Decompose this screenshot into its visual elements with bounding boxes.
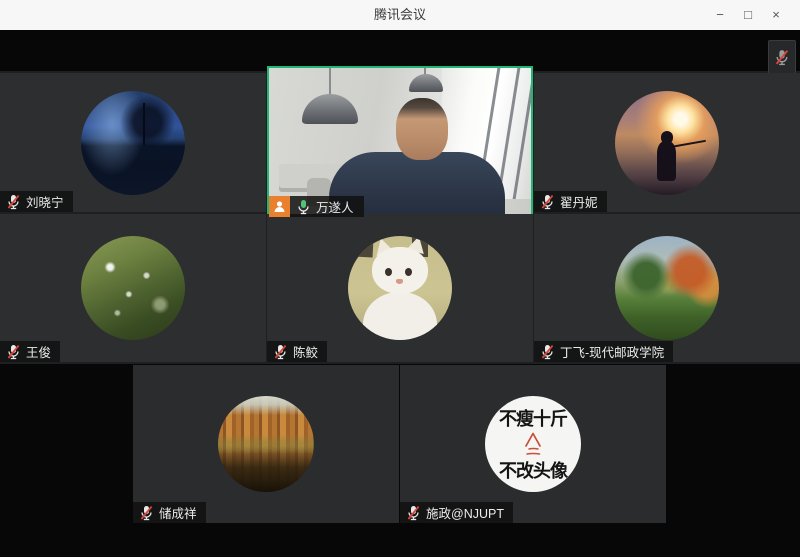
avatar <box>218 396 314 492</box>
title-bar[interactable]: 腾讯会议 − □ × <box>0 0 800 30</box>
nameplate: 王俊 <box>0 341 60 362</box>
nameplate: 刘晓宁 <box>0 191 73 212</box>
participant-tile-active-speaker[interactable]: 万遂人 <box>267 66 533 219</box>
picture-frame <box>354 239 374 258</box>
muted-mic-icon <box>6 344 21 360</box>
close-button[interactable]: × <box>762 0 790 30</box>
avatar <box>615 91 719 195</box>
avatar-text: 不瘦十斤 不改头像 <box>485 396 581 492</box>
live-video-feed <box>269 68 531 217</box>
participant-tile[interactable]: 陈鲛 <box>267 214 533 362</box>
red-hand-drawn-symbol <box>516 431 550 457</box>
participant-tile[interactable]: 刘晓宁 <box>0 73 266 212</box>
person-silhouette <box>657 141 677 181</box>
participant-tile[interactable]: 翟丹妮 <box>534 73 800 212</box>
nameplate: 施政@NJUPT <box>400 502 513 523</box>
self-view-tile[interactable] <box>768 40 796 74</box>
participant-tile[interactable]: 王俊 <box>0 214 266 362</box>
nameplate: 丁飞-现代邮政学院 <box>534 341 673 362</box>
participant-name: 施政@NJUPT <box>426 503 504 522</box>
participant-name: 刘晓宁 <box>26 192 64 211</box>
participant-name: 王俊 <box>26 342 51 361</box>
avatar <box>81 236 185 340</box>
participant-name: 丁飞-现代邮政学院 <box>560 342 664 361</box>
muted-mic-icon <box>540 344 555 360</box>
muted-mic-icon <box>774 49 790 66</box>
active-mic-icon <box>296 199 311 215</box>
participant-name: 翟丹妮 <box>560 192 598 211</box>
maximize-button[interactable]: □ <box>734 0 762 30</box>
participant-name: 陈鲛 <box>293 342 318 361</box>
window-controls: − □ × <box>706 0 790 30</box>
person-face <box>396 98 448 160</box>
nameplate: 陈鲛 <box>267 341 327 362</box>
tencent-meeting-window: 腾讯会议 − □ × <box>0 0 800 557</box>
participant-tile[interactable]: 不瘦十斤 不改头像 施政@NJUPT <box>400 365 666 523</box>
nameplate: 万遂人 <box>269 196 364 217</box>
participant-tile[interactable]: 储成祥 <box>133 365 399 523</box>
cat-nose <box>396 279 403 284</box>
avatar-text-bottom: 不改头像 <box>499 457 567 483</box>
cat-body <box>363 292 438 340</box>
nameplate: 储成祥 <box>133 502 206 523</box>
nameplate: 翟丹妮 <box>534 191 607 212</box>
person-icon <box>273 200 286 213</box>
participant-name: 万遂人 <box>316 197 354 216</box>
minimize-button[interactable]: − <box>706 0 734 30</box>
meeting-grid-area: 刘晓宁 <box>0 30 800 557</box>
avatar <box>348 236 452 340</box>
tree-silhouette <box>143 103 145 145</box>
pendant-lamp <box>302 94 358 124</box>
avatar <box>615 236 719 340</box>
host-badge-icon <box>269 196 290 217</box>
muted-mic-icon <box>273 344 288 360</box>
participant-tile[interactable]: 丁飞-现代邮政学院 <box>534 214 800 362</box>
avatar <box>81 91 185 195</box>
cat-head <box>372 247 428 294</box>
window-title: 腾讯会议 <box>0 0 800 30</box>
muted-mic-icon <box>540 194 555 210</box>
lamp-cord <box>329 68 331 95</box>
muted-mic-icon <box>406 505 421 521</box>
avatar-text-top: 不瘦十斤 <box>499 405 567 431</box>
pendant-lamp <box>409 74 443 92</box>
muted-mic-icon <box>139 505 154 521</box>
participant-name: 储成祥 <box>159 503 197 522</box>
muted-mic-icon <box>6 194 21 210</box>
